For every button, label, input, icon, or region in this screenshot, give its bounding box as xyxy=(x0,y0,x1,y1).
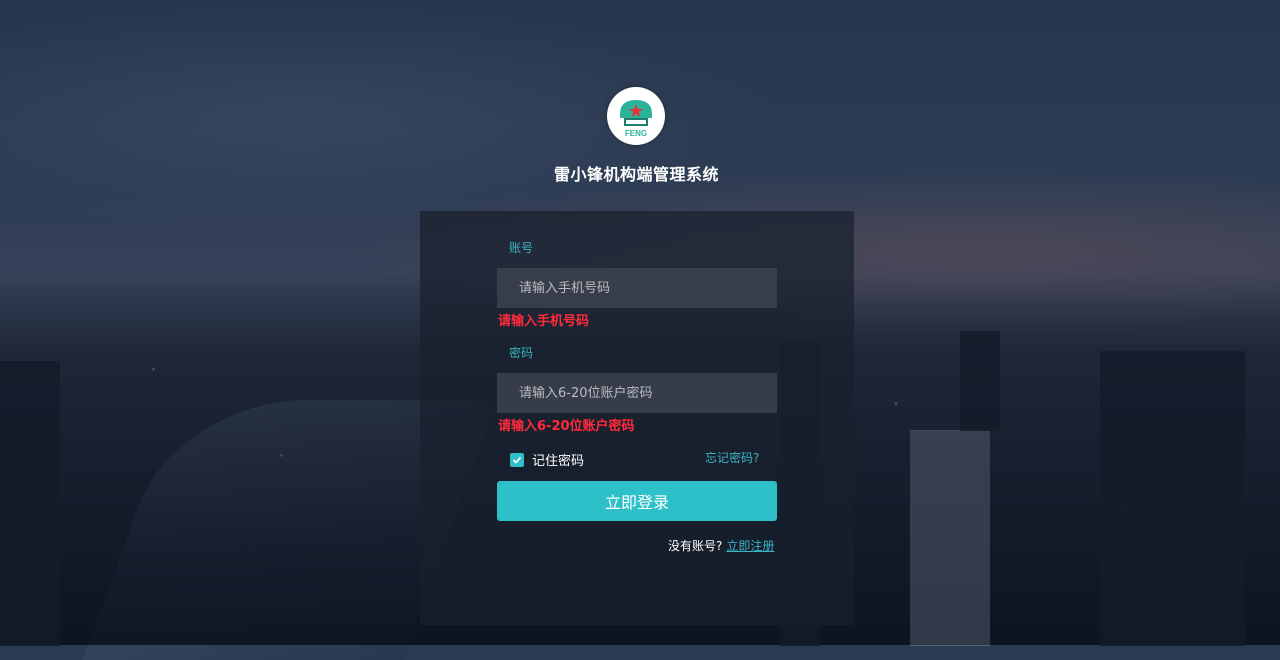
remember-label: 记住密码 xyxy=(532,454,585,469)
forgot-password-link[interactable]: 忘记密码? xyxy=(705,449,759,466)
login-panel: 账号 请输入手机号码 密码 请输入6-20位账户密码 记住密码 忘记密码? 立即… xyxy=(420,211,854,625)
password-error: 请输入6-20位账户密码 xyxy=(498,419,635,434)
logo-icon: FENG xyxy=(620,100,652,138)
svg-text:FENG: FENG xyxy=(625,129,647,138)
app-title: 雷小锋机构端管理系统 xyxy=(553,165,719,184)
register-link[interactable]: 立即注册 xyxy=(726,539,774,553)
account-label: 账号 xyxy=(509,241,534,255)
password-input[interactable] xyxy=(497,373,777,413)
login-button[interactable]: 立即登录 xyxy=(497,481,777,521)
register-prompt: 没有账号? xyxy=(668,539,723,553)
account-error: 请输入手机号码 xyxy=(498,314,590,329)
remember-password[interactable]: 记住密码 xyxy=(510,450,584,469)
register-row: 没有账号? 立即注册 xyxy=(668,537,774,554)
password-label: 密码 xyxy=(509,346,534,360)
remember-checkbox[interactable] xyxy=(510,452,524,467)
app-logo: FENG xyxy=(607,87,665,145)
check-icon xyxy=(512,456,522,464)
account-input[interactable] xyxy=(497,268,777,308)
